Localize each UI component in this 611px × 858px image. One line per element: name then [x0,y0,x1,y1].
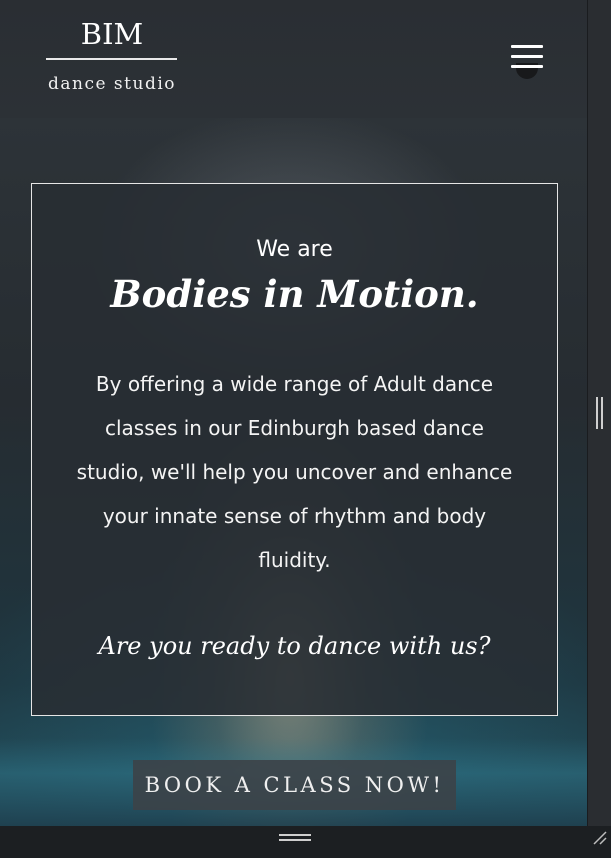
site-header: BIM dance studio [0,0,587,118]
menu-line [511,55,543,58]
resize-grip-icon[interactable] [279,834,311,842]
hero-headline: Bodies in Motion. [110,272,479,316]
vertical-scrollbar[interactable] [587,0,611,826]
hamburger-menu-icon[interactable] [511,45,543,79]
site-logo[interactable]: BIM dance studio [46,16,178,94]
page-frame: BIM dance studio We are Bodies in Motion… [0,0,611,858]
hero-text-box: We are Bodies in Motion. By offering a w… [31,183,558,716]
bottom-resize-bar[interactable] [0,826,611,858]
logo-subtitle: dance studio [47,74,176,94]
book-class-button[interactable]: BOOK A CLASS NOW! [133,760,456,810]
menu-line [511,65,543,68]
logo-divider [46,58,177,60]
logo-title: BIM [80,17,144,51]
scroll-grip-icon[interactable] [596,397,604,429]
hero-description: By offering a wide range of Adult dance … [76,372,513,572]
hero-intro: We are [256,237,333,262]
menu-line [511,45,543,48]
resize-corner-icon[interactable] [591,829,607,845]
hero-question: Are you ready to dance with us? [98,632,491,660]
